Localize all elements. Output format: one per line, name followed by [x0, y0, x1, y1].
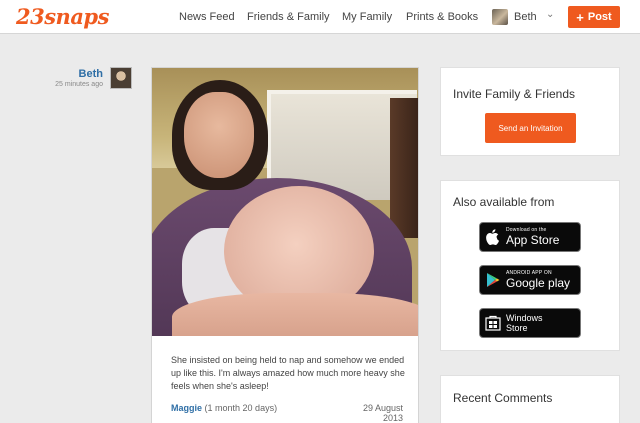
nav-news-feed[interactable]: News Feed	[179, 11, 235, 23]
app-logo[interactable]: 23snaps	[16, 4, 109, 29]
google-play-icon	[480, 272, 506, 288]
post-date: 29 August 2013	[362, 403, 403, 423]
recent-comments-widget: Recent Comments	[440, 375, 620, 423]
post-photo[interactable]	[152, 68, 418, 336]
windows-store-line2: Store	[506, 323, 528, 333]
post-button[interactable]: + Post	[568, 6, 620, 28]
app-store-badge[interactable]: Download on the App Store	[479, 222, 581, 252]
author-avatar[interactable]	[110, 67, 132, 89]
child-name-link[interactable]: Maggie	[171, 403, 202, 413]
post-author-name[interactable]: Beth	[60, 68, 103, 80]
post-button-label: Post	[587, 11, 612, 23]
invite-title: Invite Family & Friends	[453, 87, 576, 101]
apps-title: Also available from	[453, 195, 555, 209]
google-play-badge[interactable]: ANDROID APP ON Google play	[479, 265, 581, 295]
nav-friends-family[interactable]: Friends & Family	[247, 11, 330, 23]
top-navigation-bar: 23snaps News Feed Friends & Family My Fa…	[0, 0, 640, 34]
chevron-down-icon[interactable]: ⌄	[546, 9, 554, 20]
windows-icon	[480, 315, 506, 331]
send-invitation-button[interactable]: Send an Invitation	[485, 113, 576, 143]
windows-store-line1: Windows	[506, 313, 543, 323]
google-play-label: Google play	[506, 276, 571, 290]
child-age: (1 month 20 days)	[204, 403, 278, 413]
nav-prints-books[interactable]: Prints & Books	[406, 11, 478, 23]
apps-widget: Also available from Download on the App …	[440, 180, 620, 351]
recent-comments-title: Recent Comments	[453, 391, 553, 405]
apple-icon	[480, 229, 506, 245]
user-menu-name[interactable]: Beth	[514, 11, 537, 23]
post-child-tag: Maggie (1 month 20 days)	[171, 403, 277, 413]
plus-icon: +	[576, 9, 584, 25]
user-avatar[interactable]	[492, 9, 508, 25]
post-card: She insisted on being held to nap and so…	[151, 67, 419, 423]
nav-my-family[interactable]: My Family	[342, 11, 392, 23]
windows-store-badge[interactable]: Windows Store	[479, 308, 581, 338]
app-store-label: App Store	[506, 233, 560, 247]
post-timestamp: 25 minutes ago	[55, 81, 103, 88]
invite-widget: Invite Family & Friends Send an Invitati…	[440, 67, 620, 156]
post-caption: She insisted on being held to nap and so…	[171, 355, 405, 391]
